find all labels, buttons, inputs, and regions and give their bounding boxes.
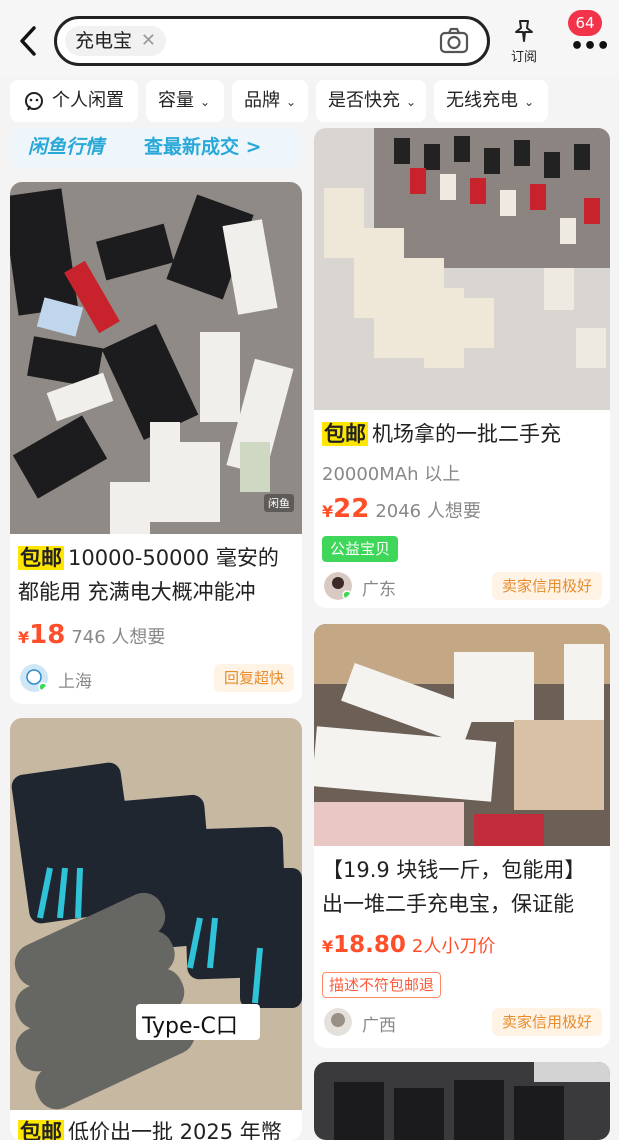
title-line1: 低价出一批 2025 年幣 [68, 1120, 282, 1140]
chevron-down-icon: ⌄ [524, 95, 535, 109]
free-shipping-tag: 包邮 [18, 1120, 64, 1140]
filter-brand[interactable]: 品牌 ⌄ [232, 80, 308, 122]
price: 22 [333, 494, 370, 524]
seller-city: 广东 [362, 580, 396, 600]
free-shipping-tag: 包邮 [322, 422, 368, 446]
yen-symbol: ¥ [322, 937, 334, 956]
price: 18 [29, 620, 66, 650]
watermark: 闲鱼 [264, 494, 294, 512]
product-image [10, 182, 302, 534]
filter-wireless-label: 无线充电 [446, 90, 518, 111]
notification-badge: 64 [568, 10, 602, 36]
filter-fastcharge-label: 是否快充 [328, 90, 400, 111]
product-card[interactable]: 包邮 机场拿的一批二手充 20000MAh 以上 ¥22 2046 人想要 公益宝贝… [314, 128, 610, 608]
chevron-down-icon: ⌄ [200, 95, 211, 109]
more-dots-icon: ••• [570, 34, 610, 59]
seller-avatar[interactable] [324, 1008, 352, 1036]
product-title: 包邮 低价出一批 2025 年幣 [18, 1116, 282, 1140]
camera-icon[interactable] [439, 27, 469, 55]
want-count: 746 人想要 [71, 627, 166, 648]
title-line1: 10000-50000 毫安的 [68, 546, 279, 570]
seller-city: 上海 [58, 672, 92, 692]
clear-icon[interactable]: ✕ [141, 26, 156, 56]
yen-symbol: ¥ [322, 502, 334, 521]
filter-fastcharge[interactable]: 是否快充 ⌄ [316, 80, 426, 122]
price: 18.80 [333, 932, 406, 958]
filter-capacity-label: 容量 [158, 90, 194, 111]
banner-link[interactable]: 查最新成交 > [144, 132, 262, 159]
product-card[interactable]: 【19.9 块钱一斤，包能用】 出一堆二手充电宝，保证能 ¥18.80 2人小刀价… [314, 624, 610, 1048]
charity-badge: 公益宝贝 [322, 536, 399, 562]
type-c-label: Type-C口 [142, 1014, 238, 1039]
seller-tag: 回复超快 [213, 664, 294, 692]
product-image [314, 1062, 610, 1140]
return-badge: 描述不符包邮退 [322, 972, 442, 998]
filter-bar: 个人闲置 容量 ⌄ 品牌 ⌄ 是否快充 ⌄ 无线充电 ⌄ [0, 78, 619, 126]
price-row: ¥22 2046 人想要 [322, 494, 481, 524]
filter-brand-label: 品牌 [244, 90, 280, 111]
market-banner[interactable]: 闲鱼行情 查最新成交 > [10, 128, 302, 168]
product-title: 包邮 机场拿的一批二手充 [322, 418, 561, 450]
seller-avatar[interactable] [324, 572, 352, 600]
back-icon[interactable] [14, 24, 42, 58]
price-row: ¥18 746 人想要 [18, 620, 165, 650]
product-card[interactable]: Type-C口 包邮 低价出一批 2025 年幣 [10, 718, 302, 1140]
seller-city: 广西 [362, 1016, 396, 1036]
chevron-down-icon: ⌄ [286, 95, 297, 109]
product-card[interactable]: 闲鱼 包邮 10000-50000 毫安的 都能用 充满电大概冲能冲 ¥18 746… [10, 182, 302, 704]
filter-personal[interactable]: 个人闲置 [10, 80, 138, 122]
face-icon [25, 92, 43, 111]
title-line2: 都能用 充满电大概冲能冲 [18, 580, 256, 604]
filter-personal-label: 个人闲置 [52, 90, 124, 111]
search-query-text: 充电宝 [75, 30, 133, 52]
yen-symbol: ¥ [18, 628, 30, 647]
product-title: 包邮 10000-50000 毫安的 [18, 542, 279, 574]
top-bar: 充电宝 ✕ 订阅 64 ••• [0, 0, 619, 76]
want-count: 2人小刀价 [411, 936, 496, 957]
banner-logo: 闲鱼行情 [28, 136, 105, 158]
free-shipping-tag: 包邮 [18, 546, 64, 570]
search-query-chip[interactable]: 充电宝 ✕ [65, 26, 167, 56]
product-image [314, 624, 610, 846]
subscribe-label: 订阅 [510, 50, 537, 65]
title-line1: 【19.9 块钱一斤，包能用】 [322, 858, 586, 882]
seller-tag: 卖家信用极好 [491, 572, 602, 600]
product-subtitle: 20000MAh 以上 [322, 464, 461, 485]
product-image [314, 128, 610, 410]
chevron-down-icon: ⌄ [406, 95, 417, 109]
more-button[interactable]: 64 ••• [566, 10, 610, 60]
filter-capacity[interactable]: 容量 ⌄ [146, 80, 224, 122]
product-card[interactable] [314, 1062, 610, 1140]
pin-icon [515, 20, 533, 42]
seller-avatar[interactable] [20, 664, 48, 692]
subscribe-button[interactable]: 订阅 [506, 18, 542, 65]
seller-tag: 卖家信用极好 [491, 1008, 602, 1036]
price-row: ¥18.80 2人小刀价 [322, 932, 495, 958]
title-line2: 出一堆二手充电宝，保证能 [322, 892, 574, 916]
product-image [10, 718, 302, 1110]
want-count: 2046 人想要 [375, 501, 481, 522]
search-box[interactable]: 充电宝 ✕ [54, 16, 490, 66]
filter-wireless[interactable]: 无线充电 ⌄ [434, 80, 548, 122]
title-line1: 机场拿的一批二手充 [372, 422, 561, 446]
